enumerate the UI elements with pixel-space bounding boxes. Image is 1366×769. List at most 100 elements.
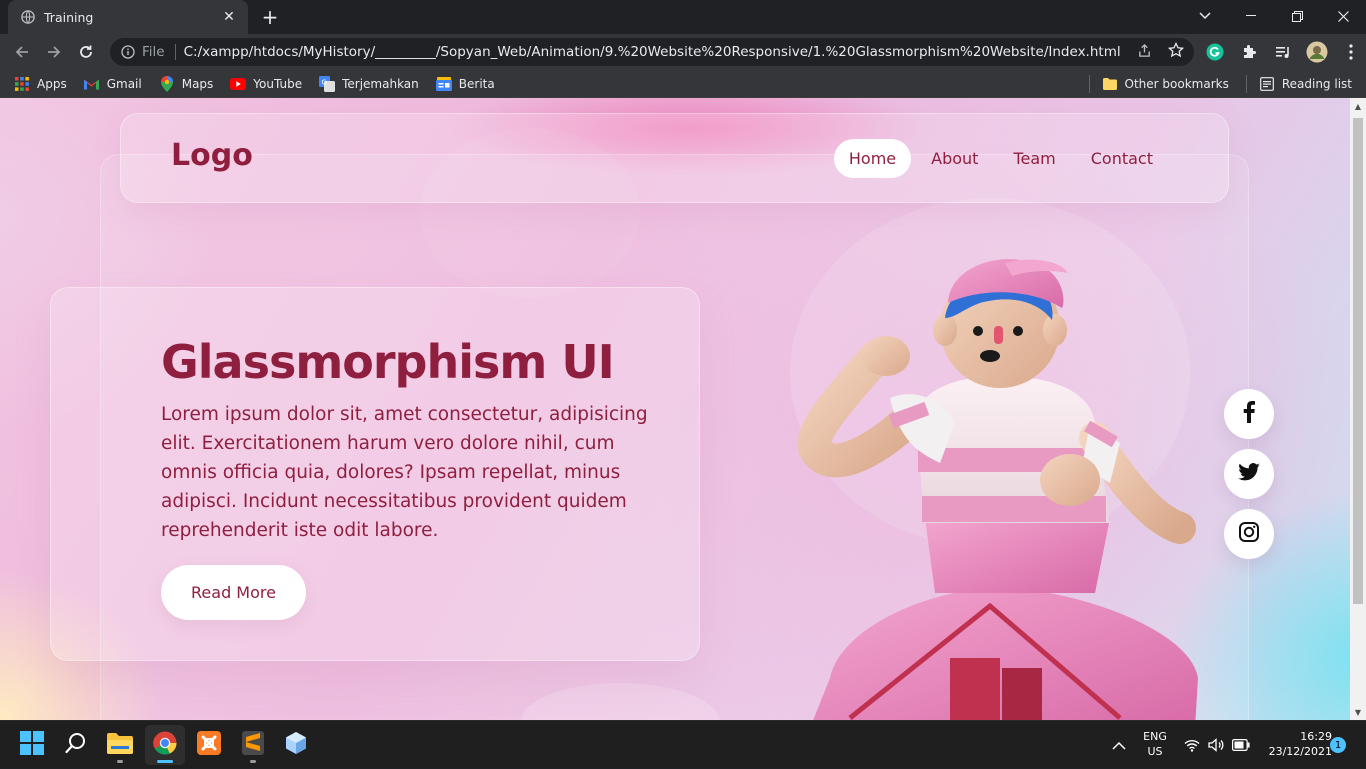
scroll-up-arrow-icon[interactable]: ▲ bbox=[1350, 98, 1366, 114]
windows-logo-icon bbox=[20, 731, 44, 759]
lang-region: US bbox=[1147, 745, 1163, 758]
bookmarks-divider bbox=[1088, 75, 1090, 93]
address-bar[interactable]: File C:/xampp/htdocs/MyHistory/_________… bbox=[110, 38, 1194, 66]
maps-icon bbox=[159, 75, 175, 92]
bookmark-label: YouTube bbox=[253, 76, 303, 91]
xampp-button[interactable] bbox=[189, 725, 229, 765]
bookmark-label: Apps bbox=[37, 76, 67, 91]
scrollbar-thumb[interactable] bbox=[1353, 118, 1363, 604]
bookmark-translate[interactable]: G Terjemahkan bbox=[319, 72, 419, 96]
battery-icon[interactable] bbox=[1232, 721, 1250, 769]
new-tab-button[interactable]: + bbox=[258, 5, 282, 29]
hero-text: Lorem ipsum dolor sit, amet consectetur,… bbox=[161, 404, 648, 541]
start-button[interactable] bbox=[12, 725, 52, 765]
show-hidden-icons-chevron-icon[interactable] bbox=[1112, 721, 1126, 769]
bookmark-apps[interactable]: Apps bbox=[14, 72, 67, 96]
scroll-down-arrow-icon[interactable]: ▼ bbox=[1350, 704, 1366, 720]
restore-button[interactable] bbox=[1274, 0, 1320, 32]
forward-button[interactable] bbox=[40, 38, 68, 66]
folder-icon bbox=[107, 732, 133, 758]
wifi-icon[interactable] bbox=[1184, 721, 1200, 769]
close-tab-icon[interactable]: ✕ bbox=[220, 8, 238, 26]
search-icon bbox=[65, 732, 87, 758]
file-scheme-label: File bbox=[142, 44, 165, 60]
read-more-button[interactable]: Read More bbox=[161, 565, 306, 620]
running-indicator bbox=[117, 760, 123, 763]
facebook-icon bbox=[1243, 401, 1255, 427]
reading-list-icon bbox=[1259, 76, 1275, 92]
share-icon[interactable] bbox=[1137, 43, 1152, 62]
site-logo[interactable]: Logo bbox=[171, 138, 253, 173]
notification-badge[interactable]: 1 bbox=[1330, 737, 1346, 753]
omnibox-divider bbox=[174, 44, 176, 60]
running-indicator bbox=[157, 760, 173, 763]
svg-text:G: G bbox=[322, 78, 327, 86]
profile-avatar[interactable] bbox=[1306, 41, 1328, 63]
back-button[interactable] bbox=[8, 38, 36, 66]
star-bookmark-icon[interactable] bbox=[1167, 41, 1185, 62]
lang-code: ENG bbox=[1143, 730, 1167, 743]
url-text[interactable]: C:/xampp/htdocs/MyHistory/_________/Sopy… bbox=[184, 44, 1137, 60]
youtube-icon bbox=[230, 76, 247, 92]
volume-icon[interactable] bbox=[1208, 721, 1224, 769]
instagram-icon bbox=[1239, 522, 1259, 546]
nav-about[interactable]: About bbox=[916, 139, 993, 178]
bookmark-youtube[interactable]: YouTube bbox=[230, 72, 302, 96]
chrome-taskbar-button[interactable] bbox=[145, 725, 185, 765]
xampp-icon bbox=[197, 731, 221, 759]
nav-contact[interactable]: Contact bbox=[1076, 139, 1168, 178]
file-explorer-button[interactable] bbox=[100, 725, 140, 765]
news-icon bbox=[435, 76, 452, 92]
facebook-button[interactable] bbox=[1224, 389, 1274, 439]
media-queue-icon[interactable] bbox=[1272, 41, 1294, 63]
close-window-button[interactable] bbox=[1320, 0, 1366, 32]
bookmark-label: Gmail bbox=[106, 76, 142, 91]
cube-icon bbox=[285, 731, 307, 759]
twitter-icon bbox=[1238, 463, 1260, 485]
globe-icon bbox=[20, 9, 36, 25]
other-bookmarks[interactable]: Other bookmarks bbox=[1102, 72, 1229, 96]
twitter-button[interactable] bbox=[1224, 449, 1274, 499]
windows-taskbar: ENG US 16:29 23/12/2021 1 bbox=[0, 720, 1366, 768]
other-bookmarks-label: Other bookmarks bbox=[1124, 77, 1229, 91]
nav-team[interactable]: Team bbox=[998, 139, 1070, 178]
bookmark-gmail[interactable]: Gmail bbox=[84, 72, 142, 96]
app-cube-button[interactable] bbox=[276, 725, 316, 765]
page-scrollbar[interactable]: ▲ ▼ bbox=[1350, 98, 1366, 720]
bookmarks-divider bbox=[1245, 75, 1247, 93]
clock-time: 16:29 bbox=[1300, 730, 1332, 743]
hero-title: Glassmorphism UI bbox=[161, 335, 615, 389]
bookmarks-bar: Apps Gmail Maps YouTube G Terjemahkan Be… bbox=[0, 70, 1366, 98]
tab-title: Training bbox=[44, 9, 94, 25]
input-language-indicator[interactable]: ENG US bbox=[1138, 729, 1172, 759]
search-button[interactable] bbox=[56, 725, 96, 765]
info-icon[interactable] bbox=[120, 44, 136, 60]
system-clock[interactable]: 16:29 23/12/2021 bbox=[1262, 729, 1332, 759]
character-illustration bbox=[797, 259, 1198, 720]
instagram-button[interactable] bbox=[1224, 509, 1274, 559]
grammarly-icon[interactable] bbox=[1204, 41, 1226, 63]
extensions-puzzle-icon[interactable] bbox=[1238, 41, 1260, 63]
site-navbar: Logo Home About Team Contact bbox=[120, 113, 1229, 203]
bookmark-label: Berita bbox=[458, 76, 495, 91]
nav-home[interactable]: Home bbox=[833, 139, 912, 178]
sublime-text-button[interactable] bbox=[233, 725, 273, 765]
translate-icon: G bbox=[319, 75, 336, 92]
folder-icon bbox=[1102, 76, 1118, 92]
bookmark-maps[interactable]: Maps bbox=[159, 72, 213, 96]
browser-tab[interactable]: Training ✕ bbox=[8, 0, 248, 34]
reload-button[interactable] bbox=[72, 38, 100, 66]
minimize-button[interactable] bbox=[1228, 0, 1274, 32]
page-viewport: Logo Home About Team Contact Glassmorphi… bbox=[0, 98, 1350, 720]
reading-list-label: Reading list bbox=[1281, 77, 1352, 91]
tab-strip: Training ✕ + bbox=[0, 0, 1366, 34]
tab-search-chevron-icon[interactable] bbox=[1190, 6, 1220, 26]
hero-card: Glassmorphism UI Lorem ipsum dolor sit, … bbox=[50, 287, 700, 661]
clock-date: 23/12/2021 bbox=[1268, 745, 1332, 758]
reading-list[interactable]: Reading list bbox=[1259, 72, 1352, 96]
gmail-icon bbox=[84, 76, 100, 92]
bookmark-news[interactable]: Berita bbox=[435, 72, 495, 96]
sublime-text-icon bbox=[242, 731, 264, 759]
nav-links: Home About Team Contact bbox=[829, 139, 1168, 178]
chrome-menu-icon[interactable] bbox=[1340, 41, 1362, 63]
